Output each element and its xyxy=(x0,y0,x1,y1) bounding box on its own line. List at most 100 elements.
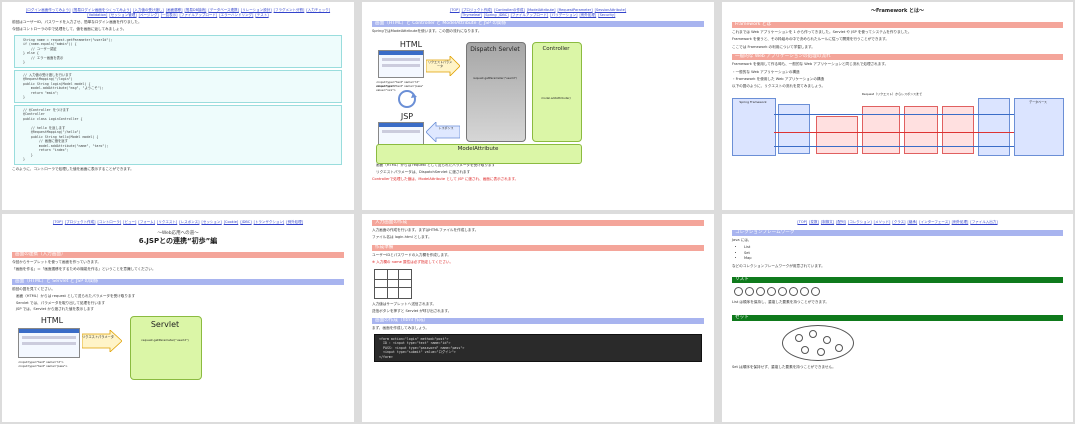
nav-link[interactable]: [Spring JDBC] xyxy=(484,13,509,17)
nav-link[interactable]: [レスポンス] xyxy=(179,220,199,224)
nav-link[interactable]: [継承] xyxy=(908,220,918,224)
nav-link[interactable]: [セッション管理] xyxy=(109,13,136,17)
nav-link[interactable]: [JDBC] xyxy=(240,220,251,224)
section-heading-3: セット xyxy=(732,315,1063,322)
paragraph-3: 前回の図を見てください。 xyxy=(12,286,56,291)
nav-link[interactable]: [変数] xyxy=(809,220,819,224)
view-box xyxy=(978,97,1010,156)
nav-link[interactable]: [ModelAttribute] xyxy=(527,8,556,12)
top-navigation: [TOP] [プロジェクト作成] [コントローラ] [ビュー] [フォーム] [リクエスト… xyxy=(2,214,354,225)
nav-link[interactable]: [例外処理] xyxy=(286,220,303,224)
paragraph-5: ・一般的な Web アプリケーションの構造 xyxy=(732,69,800,74)
list-boxes xyxy=(734,287,1061,297)
nav-link[interactable]: [一覧表示] xyxy=(161,13,178,17)
nav-link[interactable]: [エラーハンドリング] xyxy=(219,13,253,17)
nav-link[interactable]: [配列] xyxy=(836,220,846,224)
nav-link[interactable]: [メソッド] xyxy=(874,220,891,224)
framework-box xyxy=(732,97,776,156)
browser-page-spring-controller: [TOP] [プロジェクト作成] [Controllerの作成] [ModelAttr… xyxy=(362,2,714,210)
nav-link[interactable]: [TOP] xyxy=(450,8,460,12)
model-attribute-label: ModelAttribute xyxy=(457,146,499,153)
request-label: リクエストパラメータ xyxy=(428,60,452,69)
top-navigation: [ログイン画面作ってみよう] [簡易ログイン画面をつくってみよう] [入力値の受け渡… xyxy=(2,2,354,18)
nav-link[interactable]: [プロジェクト作成] xyxy=(65,220,96,224)
nav-link[interactable]: [TOP] xyxy=(53,220,63,224)
nav-link[interactable]: [ビュー] xyxy=(123,220,136,224)
handler-box xyxy=(816,115,858,154)
section-heading-3: 画面の作成（html 作成） xyxy=(372,318,704,325)
bullet-2: リクエストパラメータは、DispatchServlet に渡されます xyxy=(376,169,471,174)
nav-link[interactable]: [Validation] xyxy=(87,13,107,17)
nav-link[interactable]: [コレクション] xyxy=(848,220,872,224)
nav-link[interactable]: [リレーション設計] xyxy=(241,8,272,12)
nav-link[interactable]: [バリデーション] xyxy=(550,13,577,17)
browser-page-input-form: 入力画面の作成 入力画面の作成を行います。まずはHTMLファイルを作成します。 … xyxy=(362,214,714,422)
nav-link[interactable]: [インターフェース] xyxy=(919,220,949,224)
nav-link[interactable]: [リクエスト] xyxy=(157,220,177,224)
lead-text: SpringではModelAttributeを使います。この図の流れになります。 xyxy=(372,29,482,33)
nav-link[interactable]: [入力チェック] xyxy=(306,8,330,12)
section-heading-1: 入力画面の作成 xyxy=(372,220,704,226)
nav-link[interactable]: [簡易DB接続] xyxy=(185,8,207,12)
red-note: ※ 入力欄の name 属性は必ず指定してください。 xyxy=(372,260,454,265)
footer-text: このように、コントローラで処理した値を画面に表示することができます。 xyxy=(12,166,134,171)
code-block-2: // 入力値の受け渡しを行います @RequestMapping("/login… xyxy=(14,69,342,103)
browser-page-jsp-basic: [TOP] [プロジェクト作成] [コントローラ] [ビュー] [フォーム] [リクエスト… xyxy=(2,214,354,422)
page-title: 〜Framework とは〜 xyxy=(870,8,925,14)
controller-label: Controller xyxy=(542,46,570,53)
nav-link[interactable]: [テスト] xyxy=(255,13,268,17)
diagram-left-label: Spring Framework xyxy=(739,99,767,104)
bullet-1: 画面（HTML）からは request として送られたパラメータを受け取ります xyxy=(376,163,496,168)
nav-link[interactable]: [フラグメント分割] xyxy=(274,8,305,12)
nav-link[interactable]: [RequestParameter] xyxy=(557,8,592,12)
paragraph-6: ・Framework を使用した Web アプリケーションの構造 xyxy=(732,77,825,82)
nav-link[interactable]: [入力値の受け渡し] xyxy=(133,8,164,12)
controller-box xyxy=(532,42,582,143)
code-block-dark: <form action="login" method="post"> ID :… xyxy=(374,333,702,363)
html-label: HTML xyxy=(399,40,423,50)
flow-line-1 xyxy=(774,113,1014,115)
nav-link[interactable]: [TOP] xyxy=(797,220,807,224)
cycle-arrows-icon xyxy=(398,90,417,109)
nav-link[interactable]: [ファイルアップロード] xyxy=(511,13,549,17)
servlet-note: request.getParameter("userId") xyxy=(141,338,189,343)
html-label: HTML xyxy=(40,316,64,326)
nav-link[interactable]: [簡易ログイン画面をつくってみよう] xyxy=(73,8,132,12)
nav-link[interactable]: [ページング] xyxy=(139,13,159,17)
code-block-3: // @Controller をつけます @Controller public … xyxy=(14,104,342,165)
nav-link[interactable]: [ファイルアップロード] xyxy=(180,13,218,17)
nav-link[interactable]: [例外処理] xyxy=(952,220,969,224)
paragraph-3: ユーザーIDとパスワードの入力欄を作成します。 xyxy=(372,252,451,257)
nav-link[interactable]: [SessionAttribute] xyxy=(595,8,627,12)
set-figure xyxy=(782,325,854,362)
nav-link[interactable]: [画面遷移] xyxy=(166,8,183,12)
paragraph-1: これまでは Web アプリケーションを 1 から作ってきました。Servlet … xyxy=(732,30,912,34)
browser-page-collections: [TOP] [変数] [制御文] [配列] [コレクション] [メソッド] [クラス] [継承… xyxy=(722,214,1073,422)
nav-link[interactable]: [Thymeleaf] xyxy=(461,13,482,17)
input-line-2: <input type="text" name="pass"> xyxy=(18,364,68,369)
nav-link[interactable]: [ファイル入出力] xyxy=(970,220,997,224)
nav-link[interactable]: [トランザクション] xyxy=(254,220,285,224)
database-box xyxy=(1014,97,1064,156)
servlet-diagram: HTML <input type="text" name="id"> <inpu… xyxy=(12,316,344,381)
bullet-1: 画面（HTML）からは request として送られたパラメータを受け取ります xyxy=(16,294,136,299)
collection-list: List Set Map xyxy=(722,245,1073,261)
architecture-diagram: HTML <input type="text" name="id" value=… xyxy=(372,36,704,165)
nav-link[interactable]: [ログイン画面作ってみよう] xyxy=(26,8,71,12)
nav-link[interactable]: [例外処理] xyxy=(579,13,596,17)
nav-link[interactable]: [プロジェクト作成] xyxy=(462,8,493,12)
section-heading-1: Framework とは xyxy=(732,22,1063,28)
nav-link[interactable]: [フォーム] xyxy=(138,220,155,224)
nav-link[interactable]: [データベース連携] xyxy=(208,8,239,12)
nav-link[interactable]: [Security] xyxy=(598,13,615,17)
diagram-right-label: データベース xyxy=(1029,99,1047,104)
nav-link[interactable]: [制御文] xyxy=(821,220,834,224)
nav-link[interactable]: [クラス] xyxy=(892,220,905,224)
paragraph-1: Java には、 xyxy=(732,238,752,242)
nav-link[interactable]: [Cookie] xyxy=(224,220,239,224)
jsp-label: JSP xyxy=(400,112,414,122)
grid-figure xyxy=(374,268,412,299)
nav-link[interactable]: [コントローラ] xyxy=(97,220,121,224)
nav-link[interactable]: [Controllerの作成] xyxy=(494,8,524,12)
nav-link[interactable]: [セッション] xyxy=(201,220,221,224)
